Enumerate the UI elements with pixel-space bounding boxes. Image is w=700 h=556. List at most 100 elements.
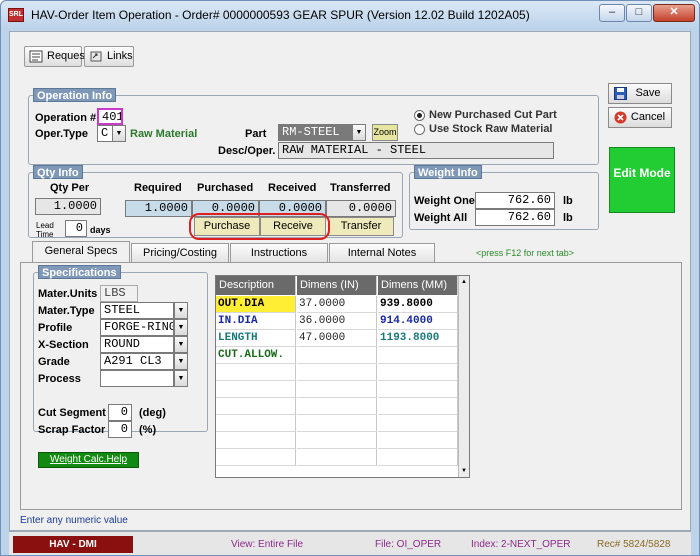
grid-cell-in[interactable]: 36.0000 [297, 313, 377, 330]
weight-all-unit: lb [563, 212, 573, 224]
qty-per-label: Qty Per [50, 182, 90, 194]
grade-dropdown-icon[interactable]: ▼ [174, 353, 188, 370]
mater-type-dropdown-icon[interactable]: ▼ [174, 302, 188, 319]
part-field[interactable]: RM-STEEL [278, 124, 352, 141]
new-purchased-radio[interactable] [414, 110, 425, 121]
transferred-label: Transferred [330, 182, 391, 194]
xsection-dropdown-icon[interactable]: ▼ [174, 336, 188, 353]
oper-type-dropdown-icon[interactable]: ▼ [112, 125, 126, 142]
grid-cell-in[interactable] [297, 449, 377, 466]
grid-cell-mm[interactable] [378, 398, 458, 415]
grid-cell-in[interactable] [297, 398, 377, 415]
operation-number-label: Operation # [35, 112, 97, 124]
cancel-button[interactable]: Cancel [608, 107, 672, 128]
status-bar: HAV - DMI View: Entire File File: OI_OPE… [9, 531, 691, 555]
process-dropdown-icon[interactable]: ▼ [174, 370, 188, 387]
window-title: HAV-Order Item Operation - Order# 000000… [31, 8, 530, 22]
lead-time-field[interactable]: 0 [65, 220, 87, 237]
links-label: Links [107, 50, 133, 62]
oper-type-field[interactable]: C [97, 125, 113, 142]
zoom-button[interactable]: Zoom [372, 124, 398, 141]
grid-cell-in[interactable] [297, 415, 377, 432]
app-window: SRL HAV-Order Item Operation - Order# 00… [0, 0, 700, 556]
weight-all-field[interactable]: 762.60 [475, 209, 555, 226]
minimize-icon[interactable]: – [599, 4, 625, 22]
grid-cell-in[interactable]: 37.0000 [297, 296, 377, 313]
weight-one-field[interactable]: 762.60 [475, 192, 555, 209]
scrap-factor-label: Scrap Factor [38, 424, 106, 436]
required-field[interactable]: 1.0000 [125, 200, 192, 217]
grid-header-dimens-mm: Dimens (MM) [378, 276, 458, 295]
grid-cell-in[interactable] [297, 364, 377, 381]
tab-internal-notes[interactable]: Internal Notes [329, 243, 435, 263]
mater-type-label: Mater.Type [38, 305, 95, 317]
request-button[interactable]: Request [24, 46, 88, 67]
grid-scrollbar[interactable] [458, 276, 469, 477]
part-dropdown-icon[interactable]: ▼ [352, 124, 366, 141]
profile-field[interactable]: FORGE-RING [100, 319, 174, 336]
grid-cell-mm[interactable] [378, 381, 458, 398]
grid-cell-mm[interactable] [378, 432, 458, 449]
qty-per-field[interactable]: 1.0000 [35, 198, 101, 215]
grid-cell-mm[interactable]: 1193.8000 [378, 330, 458, 347]
use-stock-label: Use Stock Raw Material [429, 123, 553, 135]
grid-cell-desc[interactable] [216, 364, 296, 381]
grid-cell-mm[interactable] [378, 347, 458, 364]
part-label: Part [245, 128, 267, 140]
process-label: Process [38, 373, 81, 385]
grid-cell-mm[interactable] [378, 449, 458, 466]
weight-all-label: Weight All [414, 212, 468, 224]
grid-header-dimens-in: Dimens (IN) [297, 276, 377, 295]
grid-cell-desc[interactable] [216, 432, 296, 449]
grid-cell-in[interactable] [297, 381, 377, 398]
edit-mode-button[interactable]: Edit Mode [609, 147, 675, 213]
status-index: Index: 2-NEXT_OPER [471, 539, 571, 550]
save-button[interactable]: Save [608, 83, 672, 104]
app-icon: SRL [8, 8, 24, 22]
tab-general-specs[interactable]: General Specs [32, 241, 130, 263]
grid-cell-desc[interactable]: IN.DIA [216, 313, 296, 330]
use-stock-radio[interactable] [414, 124, 425, 135]
tab-pricing-costing[interactable]: Pricing/Costing [131, 243, 229, 263]
grid-cell-desc[interactable]: CUT.ALLOW. [216, 347, 296, 364]
process-field[interactable] [100, 370, 174, 387]
weight-one-label: Weight One [414, 195, 475, 207]
xsection-field[interactable]: ROUND [100, 336, 174, 353]
scrap-factor-field[interactable]: 0 [108, 421, 132, 438]
grid-cell-in[interactable] [297, 432, 377, 449]
cut-segment-field[interactable]: 0 [108, 404, 132, 421]
mater-units-field[interactable]: LBS [100, 285, 138, 302]
grid-cell-in[interactable] [297, 347, 377, 364]
cut-segment-unit: (deg) [139, 407, 166, 419]
grade-field[interactable]: A291 CL3 [100, 353, 174, 370]
transferred-field[interactable]: 0.0000 [326, 200, 396, 217]
grid-cell-mm[interactable]: 914.4000 [378, 313, 458, 330]
mater-type-field[interactable]: STEEL [100, 302, 174, 319]
title-bar: SRL HAV-Order Item Operation - Order# 00… [1, 1, 699, 29]
mater-units-label: Mater.Units [38, 288, 98, 300]
profile-dropdown-icon[interactable]: ▼ [174, 319, 188, 336]
grid-cell-desc[interactable] [216, 398, 296, 415]
scroll-up-icon[interactable]: ▲ [459, 277, 469, 287]
grid-cell-in[interactable]: 47.0000 [297, 330, 377, 347]
links-button[interactable]: Links [84, 46, 134, 67]
operation-number-field[interactable]: 401 [97, 108, 123, 125]
grid-cell-desc[interactable] [216, 415, 296, 432]
scroll-down-icon[interactable]: ▼ [459, 466, 469, 476]
grid-cell-mm[interactable] [378, 364, 458, 381]
grid-cell-desc[interactable]: LENGTH [216, 330, 296, 347]
maximize-icon[interactable]: □ [626, 4, 652, 22]
weight-calc-help-button[interactable]: Weight Calc.Help [38, 452, 139, 468]
transfer-button[interactable]: Transfer [328, 217, 394, 236]
close-icon[interactable]: ✕ [653, 4, 695, 22]
purchased-label: Purchased [197, 182, 254, 194]
tab-instructions[interactable]: Instructions [230, 243, 328, 263]
grid-cell-desc[interactable] [216, 381, 296, 398]
grid-cell-mm[interactable]: 939.8000 [378, 296, 458, 313]
grid-cell-mm[interactable] [378, 415, 458, 432]
specifications-title: Specifications [38, 265, 121, 279]
client-area: Request Links Save Cancel Edit Mode Oper… [9, 31, 691, 531]
grid-cell-desc[interactable]: OUT.DIA [216, 296, 296, 313]
desc-oper-field[interactable]: RAW MATERIAL - STEEL [278, 142, 554, 159]
grid-cell-desc[interactable] [216, 449, 296, 466]
